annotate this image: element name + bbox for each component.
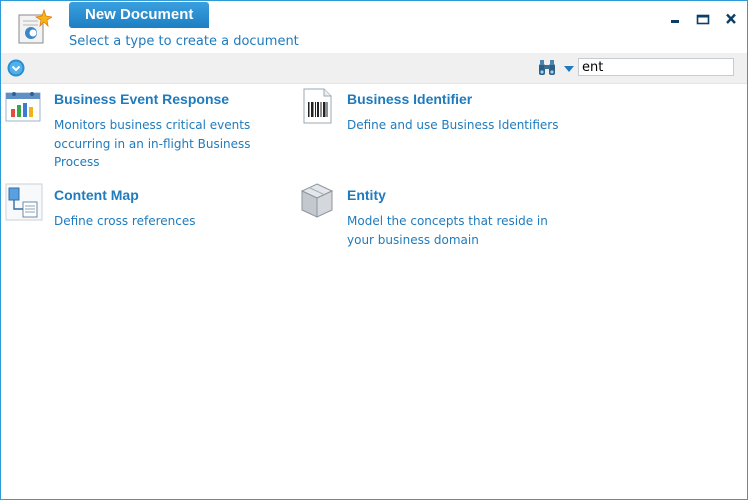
close-icon[interactable] bbox=[721, 10, 741, 28]
toolbar bbox=[1, 53, 747, 84]
document-type-name: Entity bbox=[347, 187, 386, 203]
content-map-icon bbox=[5, 183, 43, 221]
document-type-content-map[interactable]: Content Map Define cross references bbox=[4, 181, 284, 241]
barcode-icon bbox=[303, 88, 332, 124]
document-type-description: Model the concepts that reside in your b… bbox=[347, 214, 548, 247]
document-type-description: Define cross references bbox=[54, 214, 196, 228]
document-type-entity[interactable]: Entity Model the concepts that reside in… bbox=[297, 181, 597, 251]
circle-chevron-down-icon[interactable] bbox=[7, 59, 25, 77]
document-type-name: Business Identifier bbox=[347, 91, 473, 107]
search-dropdown-arrow[interactable] bbox=[564, 66, 574, 72]
document-type-description: Monitors business critical events occurr… bbox=[54, 118, 251, 169]
cube-icon bbox=[300, 183, 334, 218]
search-input[interactable] bbox=[578, 58, 734, 76]
document-type-business-identifier[interactable]: Business Identifier Define and use Busin… bbox=[297, 85, 597, 175]
window-title: New Document bbox=[69, 2, 210, 28]
calendar-chart-icon bbox=[5, 92, 41, 122]
document-type-name: Business Event Response bbox=[54, 91, 230, 107]
minimize-icon[interactable] bbox=[665, 10, 685, 28]
document-type-business-event-response[interactable]: Business Event Response Monitors busines… bbox=[4, 85, 284, 175]
new-document-icon bbox=[18, 9, 52, 44]
maximize-icon[interactable] bbox=[693, 10, 713, 28]
title-bar: New Document Select a type to create a d… bbox=[1, 1, 747, 53]
document-type-description: Define and use Business Identifiers bbox=[347, 118, 559, 132]
window-subtitle: Select a type to create a document bbox=[69, 34, 299, 49]
new-document-window: New Document Select a type to create a d… bbox=[0, 0, 748, 500]
binoculars-icon[interactable] bbox=[537, 59, 557, 77]
document-type-name: Content Map bbox=[54, 187, 139, 203]
